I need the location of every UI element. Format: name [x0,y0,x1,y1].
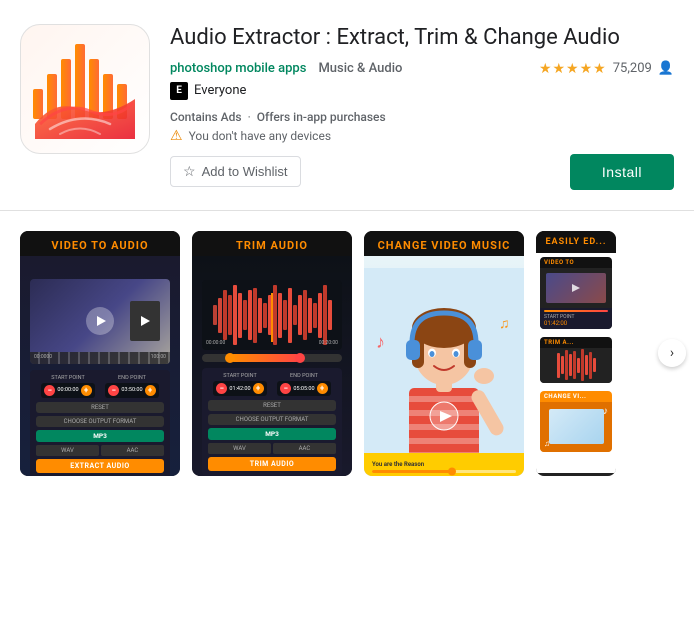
card4-label2: TRIM A... [540,337,612,348]
stars: ★★★★★ [539,61,607,77]
screenshots-section: VIDEO TO AUDIO 00:0000 100:00 [0,215,694,476]
app-header: Audio Extractor : Extract, Trim & Change… [0,0,694,206]
esrb-badge: E [170,82,188,100]
wishlist-label: Add to Wishlist [202,164,288,179]
card4-image: VIDEO TO START POINT 01:42:00 TRIM A... [536,253,616,473]
screenshot-card-3: CHANGE VIDEO MUSIC [364,231,524,476]
separator: · [248,110,251,124]
wishlist-button[interactable]: ☆ Add to Wishlist [170,156,301,187]
card2-reset: RESET [208,400,336,411]
screenshots-scroll: VIDEO TO AUDIO 00:0000 100:00 [0,231,694,476]
developer-link[interactable]: photoshop mobile apps [170,61,306,76]
card1-aac: AAC [101,445,164,456]
person-icon: 👤 [658,61,674,76]
card2-end-label: END POINT [277,373,330,379]
category-link[interactable]: Music & Audio [318,61,402,76]
scroll-right-button[interactable]: › [658,339,686,367]
card1-end-time: 03:50:00 [121,387,142,393]
card2-choose-format: CHOOSE OUTPUT FORMAT [208,414,336,425]
rating-row: ★★★★★ 75,209 👤 [539,61,674,77]
app-info-panel: Audio Extractor : Extract, Trim & Change… [170,24,674,190]
svg-text:♪: ♪ [376,332,385,353]
card1-start-label: START POINT [41,375,94,381]
card1-choose-format: CHOOSE OUTPUT FORMAT [36,416,164,427]
rating-count: 75,209 [613,61,652,76]
action-buttons: ☆ Add to Wishlist Install [170,154,674,190]
card4-label1: VIDEO TO [540,257,612,268]
card3-label: CHANGE VIDEO MUSIC [364,231,524,256]
card1-wav: WAV [36,445,99,456]
app-title: Audio Extractor : Extract, Trim & Change… [170,24,674,53]
card1-image: 00:0000 100:00 START POINT [20,256,180,476]
card1-extract-btn: EXTRACT AUDIO [36,459,164,473]
wishlist-icon: ☆ [183,163,196,180]
card1-mp3: MP3 [36,430,164,442]
card1-end-label: END POINT [105,375,158,381]
app-meta-row: photoshop mobile apps Music & Audio [170,61,402,76]
screenshot-card-2: TRIM AUDIO [192,231,352,476]
install-button[interactable]: Install [570,154,674,190]
card2-start-label: START POINT [213,373,266,379]
card4-label: EASILY ED... [536,231,616,253]
ads-iap-row: Contains Ads · Offers in-app purchases [170,110,674,124]
card2-image: 00:00:00 00:20:00 START [192,256,352,476]
device-warning-text: You don't have any devices [189,129,331,143]
contains-ads: Contains Ads [170,110,242,124]
card2-end-time: 05:05:00 [293,386,314,392]
esrb-row: E Everyone [170,82,402,100]
card3-image: ♪ ♫ You are the Reason 00:00:00 05:25:00 [364,256,524,476]
esrb-label: Everyone [194,83,246,98]
card2-start-time: 01:42:00 [229,386,250,392]
divider [0,210,694,211]
card2-mp3: MP3 [208,428,336,440]
card2-trim-btn: TRIM AUDIO [208,457,336,471]
app-icon [20,24,150,154]
card2-wav: WAV [208,443,271,454]
card1-start-time: 00:00:00 [57,387,78,393]
screenshot-card-4: EASILY ED... VIDEO TO START POINT 01:42:… [536,231,616,476]
card2-label: TRIM AUDIO [192,231,352,256]
card4-label3: CHANGE VI... [540,391,612,402]
device-warning-row: ⚠ You don't have any devices [170,128,674,144]
warning-icon: ⚠ [170,128,183,144]
svg-text:You are the Reason: You are the Reason [372,461,425,468]
screenshot-card-1: VIDEO TO AUDIO 00:0000 100:00 [20,231,180,476]
svg-text:♫: ♫ [499,316,510,332]
chevron-right-icon: › [670,345,674,361]
card2-aac: AAC [273,443,336,454]
card1-label: VIDEO TO AUDIO [20,231,180,256]
card1-reset: RESET [36,402,164,413]
iap-text: Offers in-app purchases [257,110,386,124]
